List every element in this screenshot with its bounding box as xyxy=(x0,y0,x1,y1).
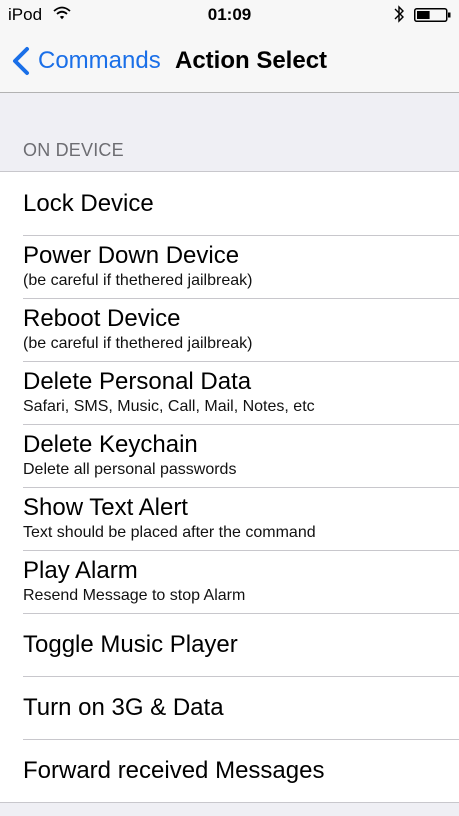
list-item[interactable]: Delete Keychain Delete all personal passw… xyxy=(0,424,459,487)
list-item[interactable]: Lock Device xyxy=(0,172,459,235)
list-item-title: Show Text Alert xyxy=(23,494,188,521)
action-list: Lock Device Power Down Device (be careful … xyxy=(0,171,459,803)
status-bar: iPod 01:09 xyxy=(0,0,459,30)
chevron-left-icon xyxy=(13,47,29,75)
list-item-title: Lock Device xyxy=(23,189,154,217)
list-item-subtitle: (be careful if thethered jailbreak) xyxy=(23,335,253,352)
list-item-subtitle: Delete all personal passwords xyxy=(23,461,237,478)
list-item[interactable]: Play Alarm Resend Message to stop Alarm xyxy=(0,550,459,613)
status-time: 01:09 xyxy=(207,5,252,24)
list-item-subtitle: (be careful if thethered jailbreak) xyxy=(23,272,253,289)
navigation-bar: Commands Action Select xyxy=(0,30,459,93)
list-item-title: Reboot Device xyxy=(23,305,181,332)
list-item-title: Power Down Device xyxy=(23,242,240,269)
list-item[interactable]: Forward received Messages xyxy=(0,739,459,802)
list-item-title: Delete Keychain xyxy=(23,431,198,458)
list-item-title: Play Alarm xyxy=(23,557,138,584)
list-item-subtitle: Safari, SMS, Music, Call, Mail, Notes, e… xyxy=(23,398,315,415)
list-item-title: Forward received Messages xyxy=(23,756,325,784)
list-item[interactable]: Delete Personal Data Safari, SMS, Music, … xyxy=(0,361,459,424)
list-item[interactable]: Turn on 3G & Data xyxy=(0,676,459,739)
back-button[interactable]: Commands xyxy=(10,43,161,79)
list-item[interactable]: Show Text Alert Text should be placed aft… xyxy=(0,487,459,550)
list-item[interactable]: Power Down Device (be careful if thethere… xyxy=(0,235,459,298)
list-item-title: Turn on 3G & Data xyxy=(23,693,224,721)
list-item-subtitle: Resend Message to stop Alarm xyxy=(23,587,246,604)
bluetooth-icon xyxy=(394,5,404,23)
page-title: Action Select xyxy=(175,47,328,74)
section-header: ON DEVICE xyxy=(23,140,124,160)
list-item[interactable]: Reboot Device (be careful if thethered ja… xyxy=(0,298,459,361)
back-button-label: Commands xyxy=(38,47,161,74)
list-item-title: Toggle Music Player xyxy=(23,630,238,658)
list-item-subtitle: Text should be placed after the command xyxy=(23,524,316,541)
list-item[interactable]: Toggle Music Player xyxy=(0,613,459,676)
battery-icon xyxy=(414,8,451,22)
list-item-title: Delete Personal Data xyxy=(23,368,252,395)
